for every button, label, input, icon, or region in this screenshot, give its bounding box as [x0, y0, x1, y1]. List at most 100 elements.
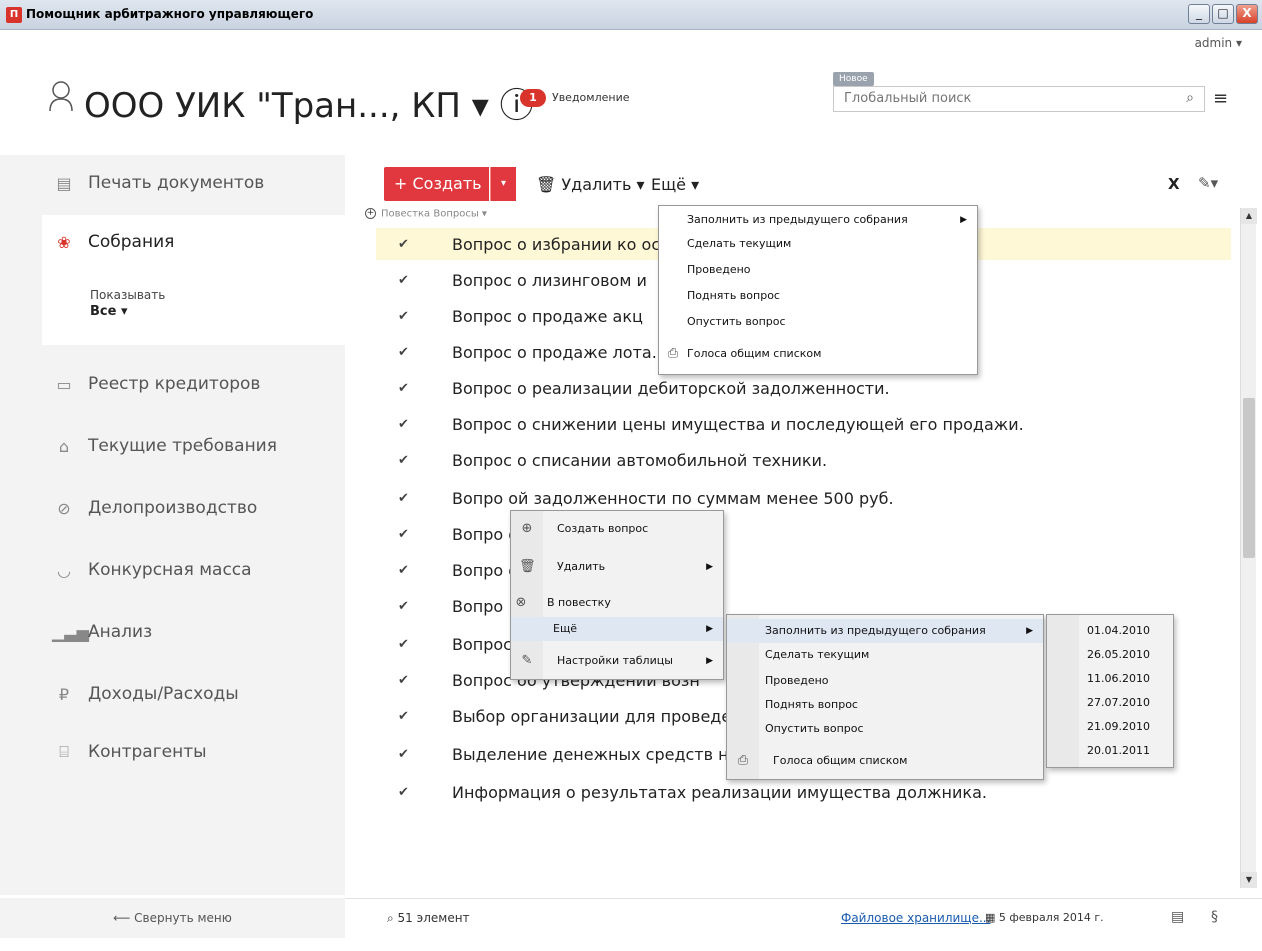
- table-settings-icon[interactable]: ✎▾: [1198, 174, 1218, 192]
- calculator-icon[interactable]: ▤: [1171, 909, 1184, 925]
- menu-item-table-settings[interactable]: ✎ Настройки таблицы ▶: [511, 649, 723, 673]
- more-submenu: Заполнить из предыдущего собрания ▶ Сдела…: [726, 614, 1044, 780]
- global-search[interactable]: ⌕: [833, 86, 1205, 112]
- table-row[interactable]: ✔ Вопрос о снижении цены имущества и посл…: [376, 408, 1231, 440]
- sidebar-item-income-expenses[interactable]: ₽ Доходы/Расходы: [42, 674, 342, 714]
- money-icon: ₽: [58, 684, 70, 704]
- checkbox-checked-icon[interactable]: ✔: [398, 637, 414, 652]
- search-icon[interactable]: ⌕: [1186, 90, 1194, 106]
- vertical-scrollbar[interactable]: ▲ ▼: [1240, 208, 1257, 888]
- menu-item-votes-list[interactable]: ⎙ Голоса общим списком: [727, 749, 1043, 773]
- menu-item-date[interactable]: 21.09.2010: [1047, 715, 1173, 739]
- notification-badge[interactable]: 1: [520, 89, 546, 107]
- search-icon[interactable]: ⌕: [387, 911, 398, 925]
- table-row[interactable]: ✔ Информация о результатах реализации иму…: [376, 776, 1231, 808]
- menu-item-delete[interactable]: 🗑 Удалить ▶: [511, 555, 723, 579]
- create-button[interactable]: + Создать: [384, 167, 489, 201]
- menu-item-make-current[interactable]: Сделать текущим: [727, 643, 1043, 667]
- create-dropdown-button[interactable]: ▾: [490, 167, 516, 201]
- excel-export-icon[interactable]: X: [1168, 175, 1180, 193]
- file-storage-link[interactable]: Файловое хранилище...: [841, 911, 990, 925]
- sidebar-item-paperwork[interactable]: ⊘ Делопроизводство: [42, 488, 342, 528]
- collapse-menu-button[interactable]: ⟵ Свернуть меню: [0, 898, 345, 938]
- menu-item-held[interactable]: Проведено: [659, 258, 977, 282]
- menu-item-votes-list[interactable]: ⎙ Голоса общим списком: [659, 342, 977, 366]
- checkbox-checked-icon[interactable]: ✔: [398, 563, 414, 578]
- menu-item-to-agenda[interactable]: ⊗ В повестку: [511, 591, 723, 615]
- checkbox-checked-icon[interactable]: ✔: [398, 417, 414, 432]
- row-text: Вопрос о реализации дебиторской задолжен…: [452, 378, 890, 398]
- checkbox-checked-icon[interactable]: ✔: [398, 273, 414, 288]
- delete-button[interactable]: 🗑 Удалить ▾: [536, 175, 645, 194]
- menu-item-move-up[interactable]: Поднять вопрос: [727, 693, 1043, 717]
- scroll-down-arrow-icon[interactable]: ▼: [1241, 872, 1257, 888]
- checkbox-checked-icon[interactable]: ✔: [398, 747, 414, 762]
- menu-item-held[interactable]: Проведено: [727, 669, 1043, 693]
- hamburger-menu-icon[interactable]: ≡: [1213, 88, 1228, 109]
- minimize-button[interactable]: _: [1188, 4, 1210, 24]
- checkbox-checked-icon[interactable]: ✔: [398, 309, 414, 324]
- table-row[interactable]: ✔ Вопро ольз...: [376, 554, 1231, 586]
- table-row[interactable]: ✔Вопро ооружений.: [376, 518, 1231, 550]
- table-row[interactable]: ✔ Вопро ой задолженности по суммам менее …: [376, 482, 1231, 514]
- menu-item-date[interactable]: 11.06.2010: [1047, 667, 1173, 691]
- checkbox-checked-icon[interactable]: ✔: [398, 453, 414, 468]
- scroll-thumb[interactable]: [1243, 398, 1255, 558]
- sidebar-item-label: Печать документов: [88, 173, 265, 193]
- more-button[interactable]: Ещё ▾: [651, 175, 699, 194]
- print-doc-icon: ▤: [56, 173, 72, 193]
- menu-item-date[interactable]: 26.05.2010: [1047, 643, 1173, 667]
- checkbox-checked-icon[interactable]: ✔: [398, 345, 414, 360]
- sidebar-item-label: Анализ: [88, 622, 153, 642]
- menu-item-label: Сделать текущим: [687, 237, 792, 250]
- sidebar-item-print-documents[interactable]: ▤ Печать документов: [42, 163, 342, 203]
- checkbox-checked-icon[interactable]: ✔: [398, 673, 414, 688]
- plus-circle-icon[interactable]: +: [365, 208, 376, 219]
- scroll-up-arrow-icon[interactable]: ▲: [1241, 208, 1257, 224]
- sidebar-item-analysis[interactable]: ▁▃▅ Анализ: [42, 612, 342, 652]
- menu-item-fill-from-previous[interactable]: Заполнить из предыдущего собрания ▶: [659, 208, 977, 232]
- filter-show-select[interactable]: Все ▾: [90, 304, 127, 319]
- checkbox-checked-icon[interactable]: ✔: [398, 491, 414, 506]
- menu-item-move-down[interactable]: Опустить вопрос: [727, 717, 1043, 741]
- sidebar-item-current-claims[interactable]: ⌂ Текущие требования: [42, 426, 342, 466]
- breadcrumb-label[interactable]: Повестка Вопросы ▾: [381, 209, 487, 220]
- menu-item-date[interactable]: 01.04.2010: [1047, 619, 1173, 643]
- breadcrumb[interactable]: + Повестка Вопросы ▾: [365, 208, 487, 220]
- sidebar-item-counterparties[interactable]: ⌸ Контрагенты: [42, 732, 342, 772]
- user-menu[interactable]: admin ▾: [1195, 36, 1242, 50]
- menu-item-fill-from-previous[interactable]: Заполнить из предыдущего собрания ▶: [727, 619, 1043, 643]
- context-menu: ⊕ Создать вопрос 🗑 Удалить ▶ ⊗ В повестку Ещ…: [510, 510, 724, 680]
- checkbox-checked-icon[interactable]: ✔: [398, 599, 414, 614]
- checkbox-checked-icon[interactable]: ✔: [398, 709, 414, 724]
- row-text: Информация о результатах реализации имущ…: [452, 782, 987, 802]
- menu-item-make-current[interactable]: Сделать текущим: [659, 232, 977, 256]
- menu-item-date[interactable]: 27.07.2010: [1047, 691, 1173, 715]
- table-row[interactable]: ✔ Вопрос о реализации дебиторской задолже…: [376, 372, 1231, 404]
- checkbox-checked-icon[interactable]: ✔: [398, 785, 414, 800]
- search-input[interactable]: [844, 91, 1164, 106]
- handshake-icon: ❀: [57, 232, 71, 252]
- menu-item-more[interactable]: Ещё ▶: [511, 617, 723, 641]
- section-icon[interactable]: §: [1211, 909, 1218, 925]
- row-text: Вопрос о снижении цены имущества и после…: [452, 414, 1024, 434]
- menu-item-move-up[interactable]: Поднять вопрос: [659, 284, 977, 308]
- checkbox-checked-icon[interactable]: ✔: [398, 381, 414, 396]
- menu-item-create-question[interactable]: ⊕ Создать вопрос: [511, 517, 723, 541]
- checkbox-checked-icon[interactable]: ✔: [398, 527, 414, 542]
- menu-item-date[interactable]: 20.01.2011: [1047, 739, 1173, 763]
- notification-label[interactable]: Уведомление: [552, 91, 630, 104]
- submenu-arrow-icon: ▶: [706, 562, 713, 572]
- sidebar-item-creditors-registry[interactable]: ▭ Реестр кредиторов: [42, 364, 342, 404]
- close-button[interactable]: X: [1236, 4, 1258, 24]
- table-row[interactable]: ✔ Вопрос о списании автомобильной техники…: [376, 444, 1231, 476]
- menu-item-move-down[interactable]: Опустить вопрос: [659, 310, 977, 334]
- sidebar-item-bankruptcy-estate[interactable]: ◡ Конкурсная масса: [42, 550, 342, 590]
- row-text: Вопрос о лизинговом и: [452, 270, 647, 290]
- org-title[interactable]: ООО УИК "Тран..., КП ▾ ⓘ: [84, 78, 534, 127]
- sidebar-item-meetings[interactable]: ❀ Собрания: [42, 222, 342, 262]
- sidebar-item-label: Делопроизводство: [88, 498, 258, 518]
- maximize-button[interactable]: □: [1212, 4, 1234, 24]
- sidebar-item-label: Текущие требования: [88, 436, 277, 456]
- checkbox-checked-icon[interactable]: ✔: [398, 237, 414, 252]
